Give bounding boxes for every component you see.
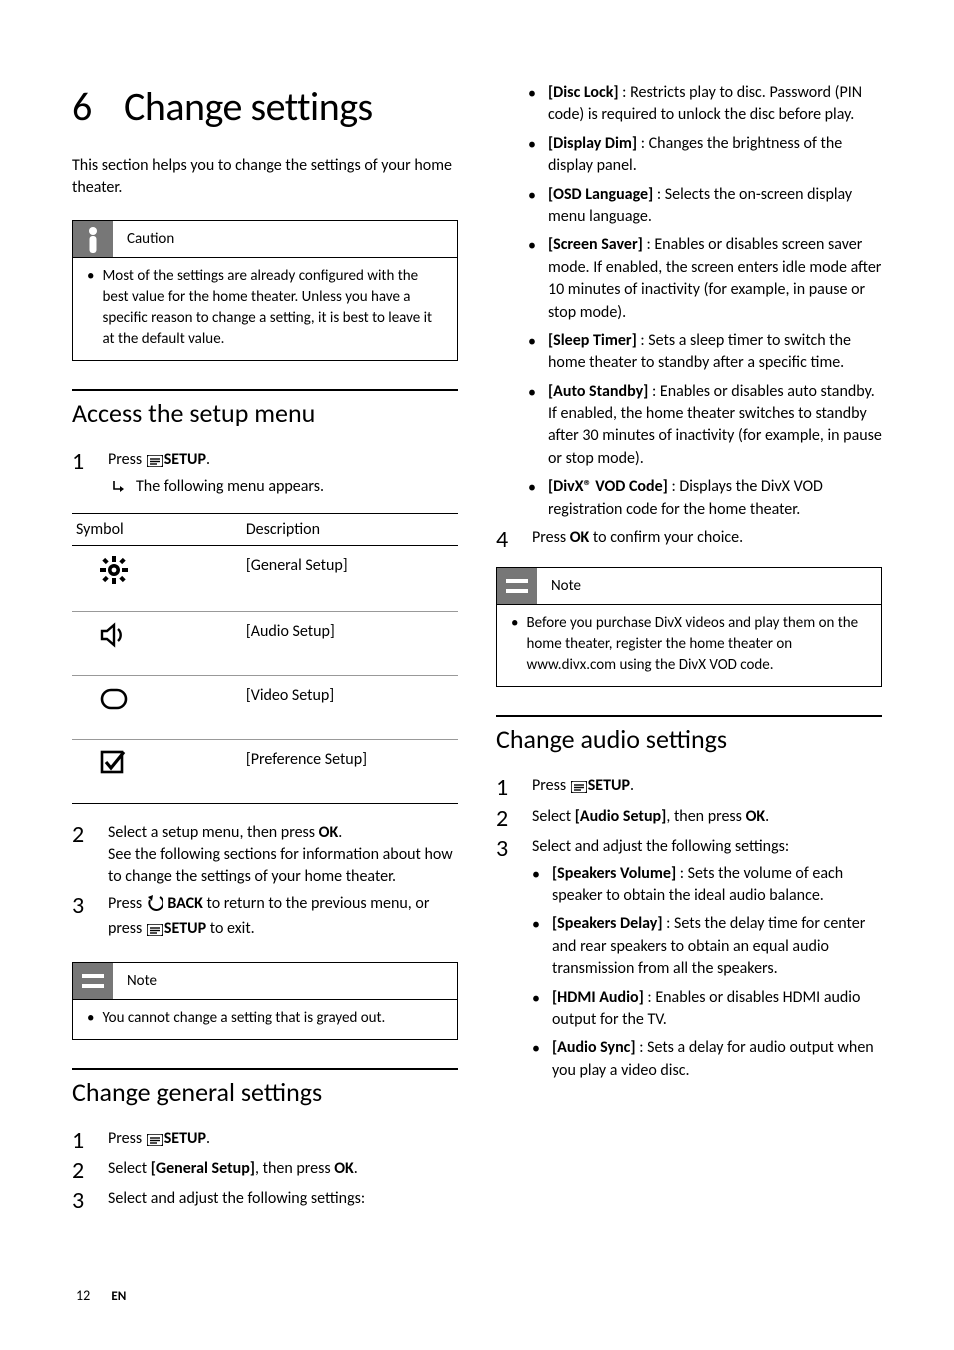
note-icon xyxy=(72,962,114,1000)
video-icon xyxy=(100,698,128,717)
note-body: You cannot change a setting that is gray… xyxy=(102,1008,385,1029)
caution-icon xyxy=(72,220,114,258)
list-item: •[OSD Language] : Selects the on-screen … xyxy=(496,184,882,229)
list-item: •[Sleep Timer] : Sets a sleep timer to s… xyxy=(496,330,882,375)
table-row: [Audio Setup] xyxy=(72,611,458,675)
speaker-icon xyxy=(100,634,126,653)
table-row: [General Setup] xyxy=(72,545,458,611)
list-item: •[Audio Sync] : Sets a delay for audio o… xyxy=(532,1037,882,1082)
access-step-3: Press BACK to return to the previous men… xyxy=(72,893,458,944)
list-item: •[Screen Saver] : Enables or disables sc… xyxy=(496,234,882,324)
section-general-title: Change general settings xyxy=(72,1076,458,1108)
list-item: •[DivX® VOD Code] : Displays the DivX VO… xyxy=(496,476,882,521)
symbol-table: Symbol Description [General Setup] [Audi… xyxy=(72,513,458,804)
general-step-2: Select [General Setup], then press OK. xyxy=(72,1158,458,1184)
th-description: Description xyxy=(242,513,458,545)
caution-body: Most of the settings are already configu… xyxy=(102,266,443,350)
access-step1-result: The following menu appears. xyxy=(136,476,324,500)
setup-icon xyxy=(147,921,163,943)
note-label: Note xyxy=(551,577,581,595)
th-symbol: Symbol xyxy=(72,513,242,545)
note-icon xyxy=(496,567,538,605)
setup-icon xyxy=(147,1131,163,1153)
check-icon xyxy=(100,762,128,781)
list-item: •[Speakers Volume] : Sets the volume of … xyxy=(532,863,882,908)
section-divider xyxy=(496,715,882,717)
caution-label: Caution xyxy=(127,230,174,248)
chapter-heading: 6Change settings xyxy=(72,82,458,131)
list-item: •[Speakers Delay] : Sets the delay time … xyxy=(532,913,882,980)
page-lang: EN xyxy=(111,1289,126,1304)
audio-step-1: Press SETUP. xyxy=(496,775,882,801)
table-row: [Video Setup] xyxy=(72,675,458,739)
access-step-1: Press SETUP. The following menu appears. xyxy=(72,449,458,501)
caution-callout: Caution •Most of the settings are alread… xyxy=(72,220,458,361)
section-divider xyxy=(72,1068,458,1070)
result-arrow-icon xyxy=(112,476,126,500)
access-step-2: Select a setup menu, then press OK. See … xyxy=(72,822,458,889)
back-icon xyxy=(147,895,163,918)
intro-text: This section helps you to change the set… xyxy=(72,155,458,200)
note-body: Before you purchase DivX videos and play… xyxy=(526,613,867,676)
audio-step-3: Select and adjust the following settings… xyxy=(496,836,882,1088)
general-step-1: Press SETUP. xyxy=(72,1128,458,1154)
list-item: •[Disc Lock] : Restricts play to disc. P… xyxy=(496,82,882,127)
audio-step-2: Select [Audio Setup], then press OK. xyxy=(496,806,882,832)
general-step-3: Select and adjust the following settings… xyxy=(72,1188,458,1214)
list-item: •[HDMI Audio] : Enables or disables HDMI… xyxy=(532,987,882,1032)
setup-icon xyxy=(147,452,163,474)
table-row: [Preference Setup] xyxy=(72,739,458,803)
section-access-title: Access the setup menu xyxy=(72,397,458,429)
gear-icon xyxy=(100,570,128,589)
note-callout: Note •Before you purchase DivX videos an… xyxy=(496,567,882,687)
section-audio-title: Change audio settings xyxy=(496,723,882,755)
page-number: 12 xyxy=(76,1287,90,1304)
note-label: Note xyxy=(127,972,157,990)
chapter-number: 6 xyxy=(72,82,124,131)
list-item: •[Display Dim] : Changes the brightness … xyxy=(496,133,882,178)
section-divider xyxy=(72,389,458,391)
bullet-dot: • xyxy=(87,266,94,350)
page-footer: 12 EN xyxy=(76,1287,126,1304)
setup-icon xyxy=(571,778,587,800)
chapter-title: Change settings xyxy=(124,82,373,131)
general-step-4: Press OK to confirm your choice. xyxy=(496,527,882,553)
note-callout: Note •You cannot change a setting that i… xyxy=(72,962,458,1040)
list-item: •[Auto Standby] : Enables or disables au… xyxy=(496,381,882,471)
